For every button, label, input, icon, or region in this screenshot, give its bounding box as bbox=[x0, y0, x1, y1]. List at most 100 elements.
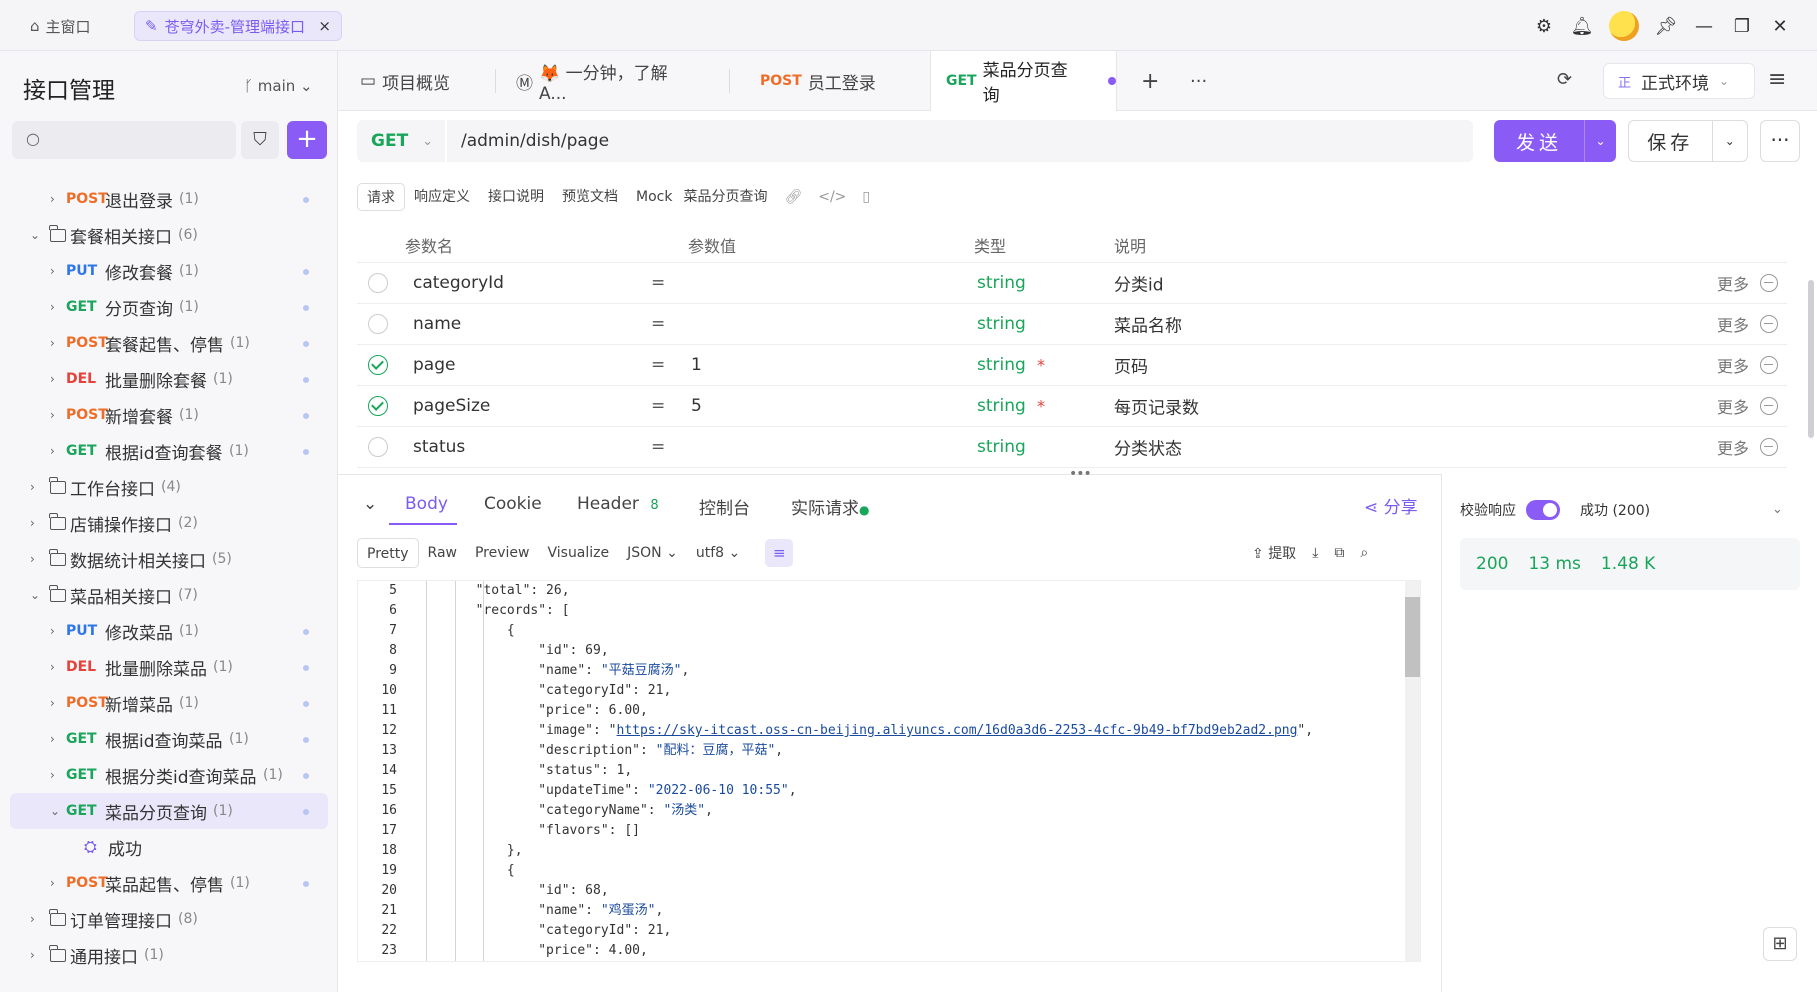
chevron-down-icon[interactable]: ⌄ bbox=[30, 588, 40, 602]
tab-header[interactable]: Header 8 bbox=[577, 494, 659, 514]
home-tab[interactable]: ⌂ 主窗口 bbox=[30, 12, 91, 40]
pin-icon[interactable]: 📌︎ bbox=[1647, 16, 1685, 37]
param-checkbox[interactable] bbox=[368, 396, 388, 416]
remove-param-icon[interactable] bbox=[1760, 356, 1778, 374]
param-value-input[interactable]: 1 bbox=[691, 355, 702, 375]
hamburger-icon[interactable]: ≡ bbox=[1768, 67, 1786, 92]
api-item[interactable]: › GET 分页查询 (1) bbox=[10, 289, 328, 325]
code-scrollbar-thumb[interactable] bbox=[1405, 597, 1420, 677]
chevron-right-icon[interactable]: › bbox=[50, 408, 55, 422]
param-desc[interactable]: 分类id bbox=[1114, 271, 1164, 296]
gear-icon[interactable]: ⚙ bbox=[1525, 16, 1563, 37]
share-button[interactable]: ⋖ 分享 bbox=[1364, 493, 1418, 518]
api-item[interactable]: › PUT 修改套餐 (1) bbox=[10, 253, 328, 289]
avatar[interactable] bbox=[1609, 11, 1639, 41]
param-name[interactable]: name bbox=[413, 314, 461, 334]
param-desc[interactable]: 每页记录数 bbox=[1114, 394, 1199, 419]
param-value-input[interactable]: 5 bbox=[691, 396, 702, 416]
folder-item[interactable]: › 工作台接口 (4) bbox=[10, 469, 328, 505]
param-type[interactable]: string bbox=[977, 355, 1026, 375]
chevron-right-icon[interactable]: › bbox=[50, 336, 55, 350]
remove-param-icon[interactable] bbox=[1760, 397, 1778, 415]
api-item[interactable]: › DEL 批量删除套餐 (1) bbox=[10, 361, 328, 397]
new-tab-button[interactable]: + bbox=[1141, 51, 1159, 111]
param-desc[interactable]: 菜品名称 bbox=[1114, 312, 1182, 337]
api-item[interactable]: › POST 菜品起售、停售 (1) bbox=[10, 865, 328, 901]
format-visualize[interactable]: Visualize bbox=[538, 538, 618, 568]
save-button[interactable]: 保存 ⌄ bbox=[1628, 120, 1748, 162]
tab-dish-page-query[interactable]: GET 菜品分页查询 bbox=[930, 51, 1117, 111]
subtab-preview-doc[interactable]: 预览文档 bbox=[553, 183, 627, 211]
link-icon[interactable]: 🔗︎ bbox=[776, 189, 810, 205]
param-name[interactable]: status bbox=[413, 437, 465, 457]
bell-icon[interactable]: 🔔︎ bbox=[1563, 16, 1601, 37]
environment-select[interactable]: 正 正式环境 ⌄ bbox=[1603, 63, 1755, 99]
folder-item[interactable]: › 订单管理接口 (8) bbox=[10, 901, 328, 937]
chevron-right-icon[interactable]: › bbox=[50, 732, 55, 746]
case-item[interactable]: ⛭ 成功 bbox=[10, 829, 328, 865]
format-raw[interactable]: Raw bbox=[419, 538, 466, 568]
chevron-right-icon[interactable]: › bbox=[50, 444, 55, 458]
chevron-right-icon[interactable]: › bbox=[50, 660, 55, 674]
response-body-viewer[interactable]: 5 6 7 8 9 10 11 12 13 14 15 16 17 18 19 20 21 22 23 "total… bbox=[357, 580, 1421, 962]
chevron-down-icon[interactable]: ⌄ bbox=[1584, 120, 1616, 162]
validate-toggle[interactable] bbox=[1526, 500, 1560, 520]
method-select[interactable]: GET ⌄ bbox=[357, 120, 445, 162]
chevron-right-icon[interactable]: › bbox=[50, 264, 55, 278]
wrap-icon[interactable]: ≡ bbox=[765, 539, 794, 567]
close-tab-icon[interactable]: × bbox=[318, 17, 331, 35]
send-button[interactable]: 发送 ⌄ bbox=[1494, 120, 1616, 162]
api-item[interactable]: › GET 根据id查询套餐 (1) bbox=[10, 433, 328, 469]
param-more-link[interactable]: 更多 bbox=[1717, 394, 1749, 418]
chevron-right-icon[interactable]: › bbox=[30, 948, 35, 962]
chevron-right-icon[interactable]: › bbox=[50, 876, 55, 890]
chevron-down-icon[interactable]: ⌄ bbox=[1711, 121, 1747, 161]
project-tab[interactable]: ✎ 苍穹外卖-管理端接口 × bbox=[134, 11, 342, 41]
tab-actual-request[interactable]: 实际请求● bbox=[791, 494, 869, 519]
tab-employee-login[interactable]: POST 员工登录 bbox=[760, 51, 910, 111]
api-item[interactable]: › POST 退出登录 (1) bbox=[10, 181, 328, 217]
tab-console[interactable]: 控制台 bbox=[699, 494, 750, 519]
tab-project-overview[interactable]: ▭ 项目概览 bbox=[360, 51, 478, 111]
api-item[interactable]: › POST 新增菜品 (1) bbox=[10, 685, 328, 721]
drag-handle[interactable]: ••• bbox=[1069, 466, 1092, 482]
param-checkbox[interactable] bbox=[368, 314, 388, 334]
layout-icon[interactable]: ⊞ bbox=[1763, 927, 1797, 961]
subtab-request[interactable]: 请求 bbox=[357, 183, 405, 211]
tab-body[interactable]: Body bbox=[405, 494, 448, 514]
restore-icon[interactable]: ❐ bbox=[1723, 16, 1761, 37]
more-options-button[interactable]: ··· bbox=[1760, 120, 1800, 162]
api-item[interactable]: › GET 根据id查询菜品 (1) bbox=[10, 721, 328, 757]
format-pretty[interactable]: Pretty bbox=[357, 538, 419, 568]
param-more-link[interactable]: 更多 bbox=[1717, 271, 1749, 295]
folder-item[interactable]: › 店铺操作接口 (2) bbox=[10, 505, 328, 541]
chevron-down-icon[interactable]: ⌄ bbox=[50, 804, 60, 818]
param-checkbox[interactable] bbox=[368, 437, 388, 457]
collapse-icon[interactable]: ⌄ bbox=[363, 494, 377, 514]
close-icon[interactable]: ✕ bbox=[1761, 16, 1799, 37]
api-item[interactable]: › GET 根据分类id查询菜品 (1) bbox=[10, 757, 328, 793]
download-icon[interactable]: ⤓ bbox=[1312, 545, 1318, 561]
scrollbar[interactable] bbox=[1808, 280, 1814, 438]
search-icon[interactable]: ⌕ bbox=[1360, 545, 1368, 561]
param-type[interactable]: string bbox=[977, 437, 1026, 457]
param-type[interactable]: string bbox=[977, 314, 1026, 334]
refresh-icon[interactable]: ⟳ bbox=[1557, 69, 1572, 90]
chevron-right-icon[interactable]: › bbox=[50, 768, 55, 782]
api-item[interactable]: › PUT 修改菜品 (1) bbox=[10, 613, 328, 649]
lang-select[interactable]: JSON ⌄ bbox=[618, 538, 687, 568]
chevron-right-icon[interactable]: › bbox=[50, 624, 55, 638]
encoding-select[interactable]: utf8 ⌄ bbox=[687, 538, 749, 568]
chevron-right-icon[interactable]: › bbox=[50, 696, 55, 710]
tab-more-button[interactable]: ··· bbox=[1190, 51, 1207, 111]
param-more-link[interactable]: 更多 bbox=[1717, 435, 1749, 459]
url-input[interactable]: /admin/dish/page bbox=[447, 120, 1473, 162]
api-item[interactable]: › POST 新增套餐 (1) bbox=[10, 397, 328, 433]
chevron-down-icon[interactable]: ⌄ bbox=[30, 228, 40, 242]
branch-selector[interactable]: ᚴ main ⌄ bbox=[244, 77, 313, 95]
api-item[interactable]: › POST 套餐起售、停售 (1) bbox=[10, 325, 328, 361]
search-input[interactable]: ○ bbox=[12, 121, 236, 159]
folder-item[interactable]: ⌄ 套餐相关接口 (6) bbox=[10, 217, 328, 253]
folder-item[interactable]: › 数据统计相关接口 (5) bbox=[10, 541, 328, 577]
api-item[interactable]: ⌄ GET 菜品分页查询 (1) bbox=[10, 793, 328, 829]
